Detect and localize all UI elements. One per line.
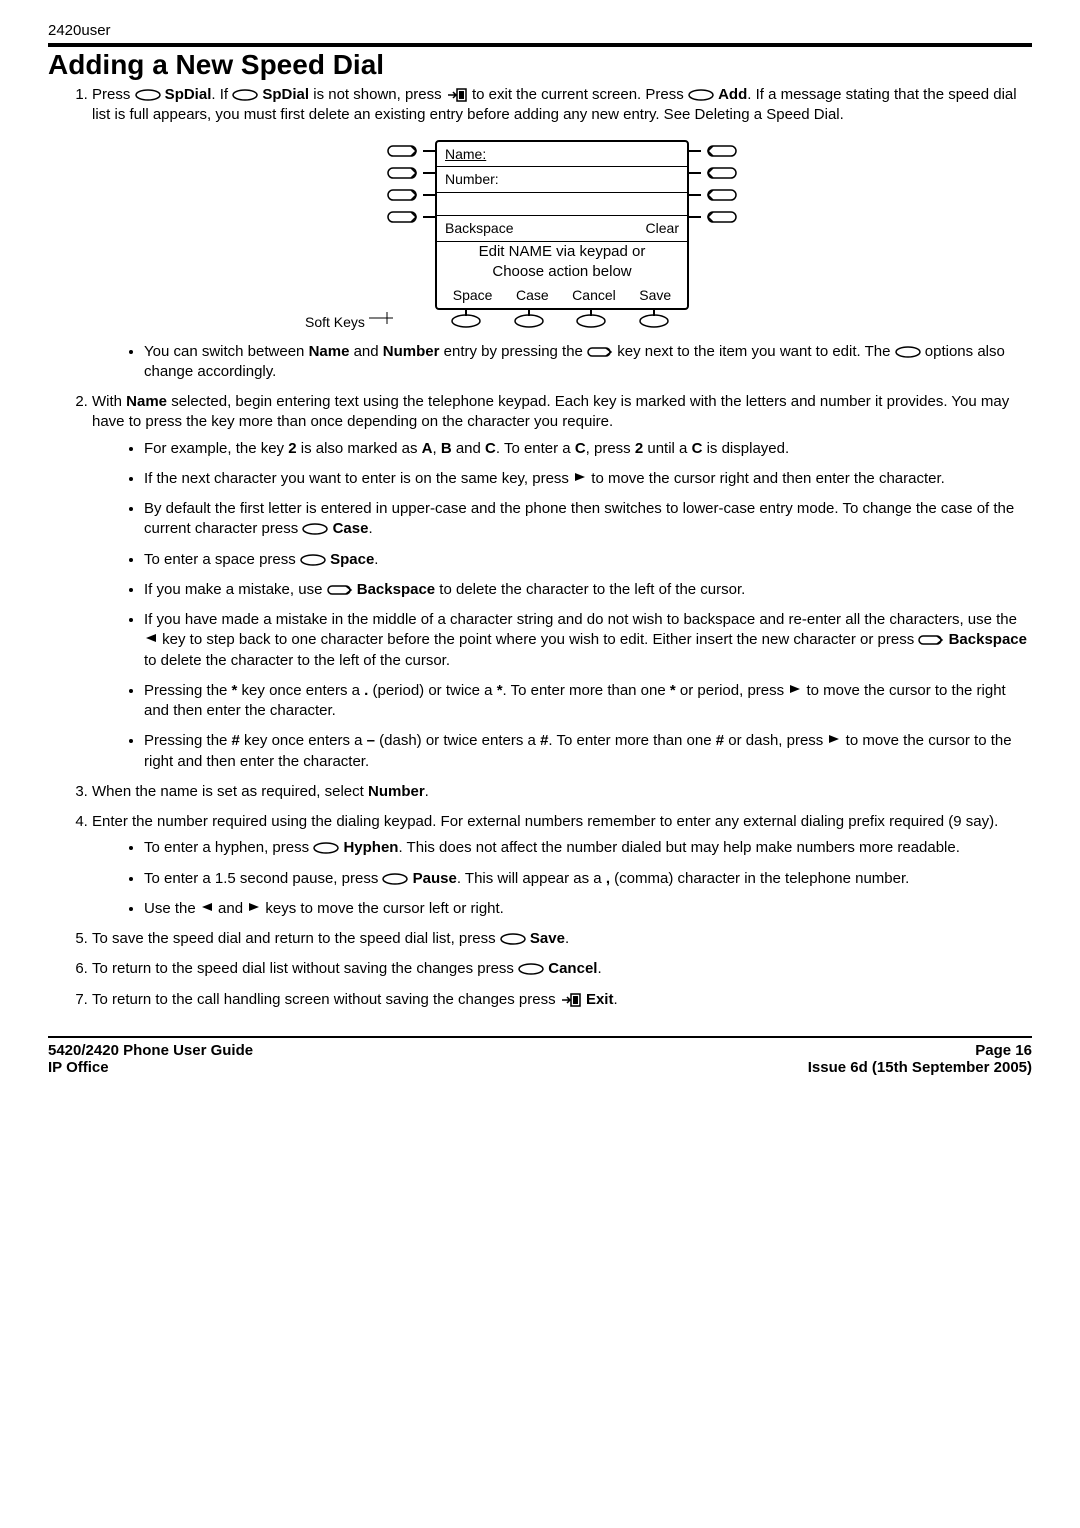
step-6: To return to the speed dial list without… <box>92 959 1032 979</box>
cursor-left-icon <box>200 901 214 913</box>
screen-instruction: Edit NAME via keypad orChoose action bel… <box>437 242 687 283</box>
softkey-pill-icon <box>518 963 544 975</box>
screen-number-row: Number: <box>437 167 687 193</box>
feature-button-icon <box>705 143 737 159</box>
step-5: To save the speed dial and return to the… <box>92 929 1032 949</box>
step2-bullet-8: Pressing the # key once enters a – (dash… <box>144 731 1032 772</box>
step-3: When the name is set as required, select… <box>92 782 1032 802</box>
doc-header: 2420user <box>48 22 1032 39</box>
cursor-right-icon <box>573 471 587 483</box>
exit-icon <box>446 87 468 103</box>
step4-bullet-2: To enter a 1.5 second pause, press Pause… <box>144 869 1032 889</box>
screen-softkey-labels: SpaceCaseCancelSave <box>437 283 687 308</box>
softkey-pill-icon <box>688 89 714 101</box>
feature-button-icon <box>387 209 419 225</box>
screen-backspace-row: BackspaceClear <box>437 216 687 242</box>
step-4: Enter the number required using the dial… <box>92 812 1032 919</box>
feature-button-icon <box>705 187 737 203</box>
footer-issue: Issue 6d (15th September 2005) <box>808 1059 1032 1076</box>
softkey-pill-icon <box>313 842 339 854</box>
step-7: To return to the call handling screen wi… <box>92 990 1032 1010</box>
step2-bullet-2: If the next character you want to enter … <box>144 469 1032 489</box>
step4-bullet-1: To enter a hyphen, press Hyphen. This do… <box>144 838 1032 858</box>
softkeys-label: Soft Keys <box>305 313 365 332</box>
feature-button-icon <box>705 209 737 225</box>
softkey-pill-icon <box>895 346 921 358</box>
feature-button-right-icon <box>587 346 613 358</box>
softkey-pill-icon <box>300 554 326 566</box>
step1-bullet: You can switch between Name and Number e… <box>144 342 1032 383</box>
softkeys-row <box>435 312 685 330</box>
softkeys-pointer <box>369 312 393 324</box>
softkey-pill-icon <box>500 933 526 945</box>
screen-blank-row <box>437 193 687 216</box>
phone-screen-figure: Name: Number: BackspaceClear Edit NAME v… <box>92 140 1032 330</box>
footer-guide-title: 5420/2420 Phone User Guide <box>48 1042 253 1059</box>
feature-button-icon <box>387 187 419 203</box>
footer-product: IP Office <box>48 1059 253 1076</box>
step2-bullet-1: For example, the key 2 is also marked as… <box>144 439 1032 459</box>
step2-bullet-7: Pressing the * key once enters a . (peri… <box>144 681 1032 722</box>
cursor-right-icon <box>247 901 261 913</box>
softkey-pill-icon <box>135 89 161 101</box>
page-footer: 5420/2420 Phone User Guide IP Office Pag… <box>48 1036 1032 1076</box>
feature-button-icon <box>387 165 419 181</box>
title-rule <box>48 43 1032 47</box>
cursor-right-icon <box>788 683 802 695</box>
cursor-right-icon <box>827 733 841 745</box>
softkey-pill-icon <box>382 873 408 885</box>
step4-bullet-3: Use the and keys to move the cursor left… <box>144 899 1032 919</box>
step2-bullet-5: If you make a mistake, use Backspace to … <box>144 580 1032 600</box>
softkey-pill-icon <box>302 523 328 535</box>
step2-bullet-3: By default the first letter is entered i… <box>144 499 1032 540</box>
cursor-left-icon <box>144 632 158 644</box>
exit-icon <box>560 992 582 1008</box>
step2-bullet-6: If you have made a mistake in the middle… <box>144 610 1032 671</box>
softkey-pill-icon <box>232 89 258 101</box>
step-1: Press SpDial. If SpDial is not shown, pr… <box>92 85 1032 382</box>
feature-button-icon <box>387 143 419 159</box>
feature-button-icon <box>705 165 737 181</box>
screen-name-row: Name: <box>437 142 687 168</box>
footer-page-number: Page 16 <box>808 1042 1032 1059</box>
feature-button-right-icon <box>918 634 944 646</box>
step2-bullet-4: To enter a space press Space. <box>144 550 1032 570</box>
step-2: With Name selected, begin entering text … <box>92 392 1032 772</box>
feature-button-right-icon <box>327 584 353 596</box>
page-title: Adding a New Speed Dial <box>48 49 1032 81</box>
